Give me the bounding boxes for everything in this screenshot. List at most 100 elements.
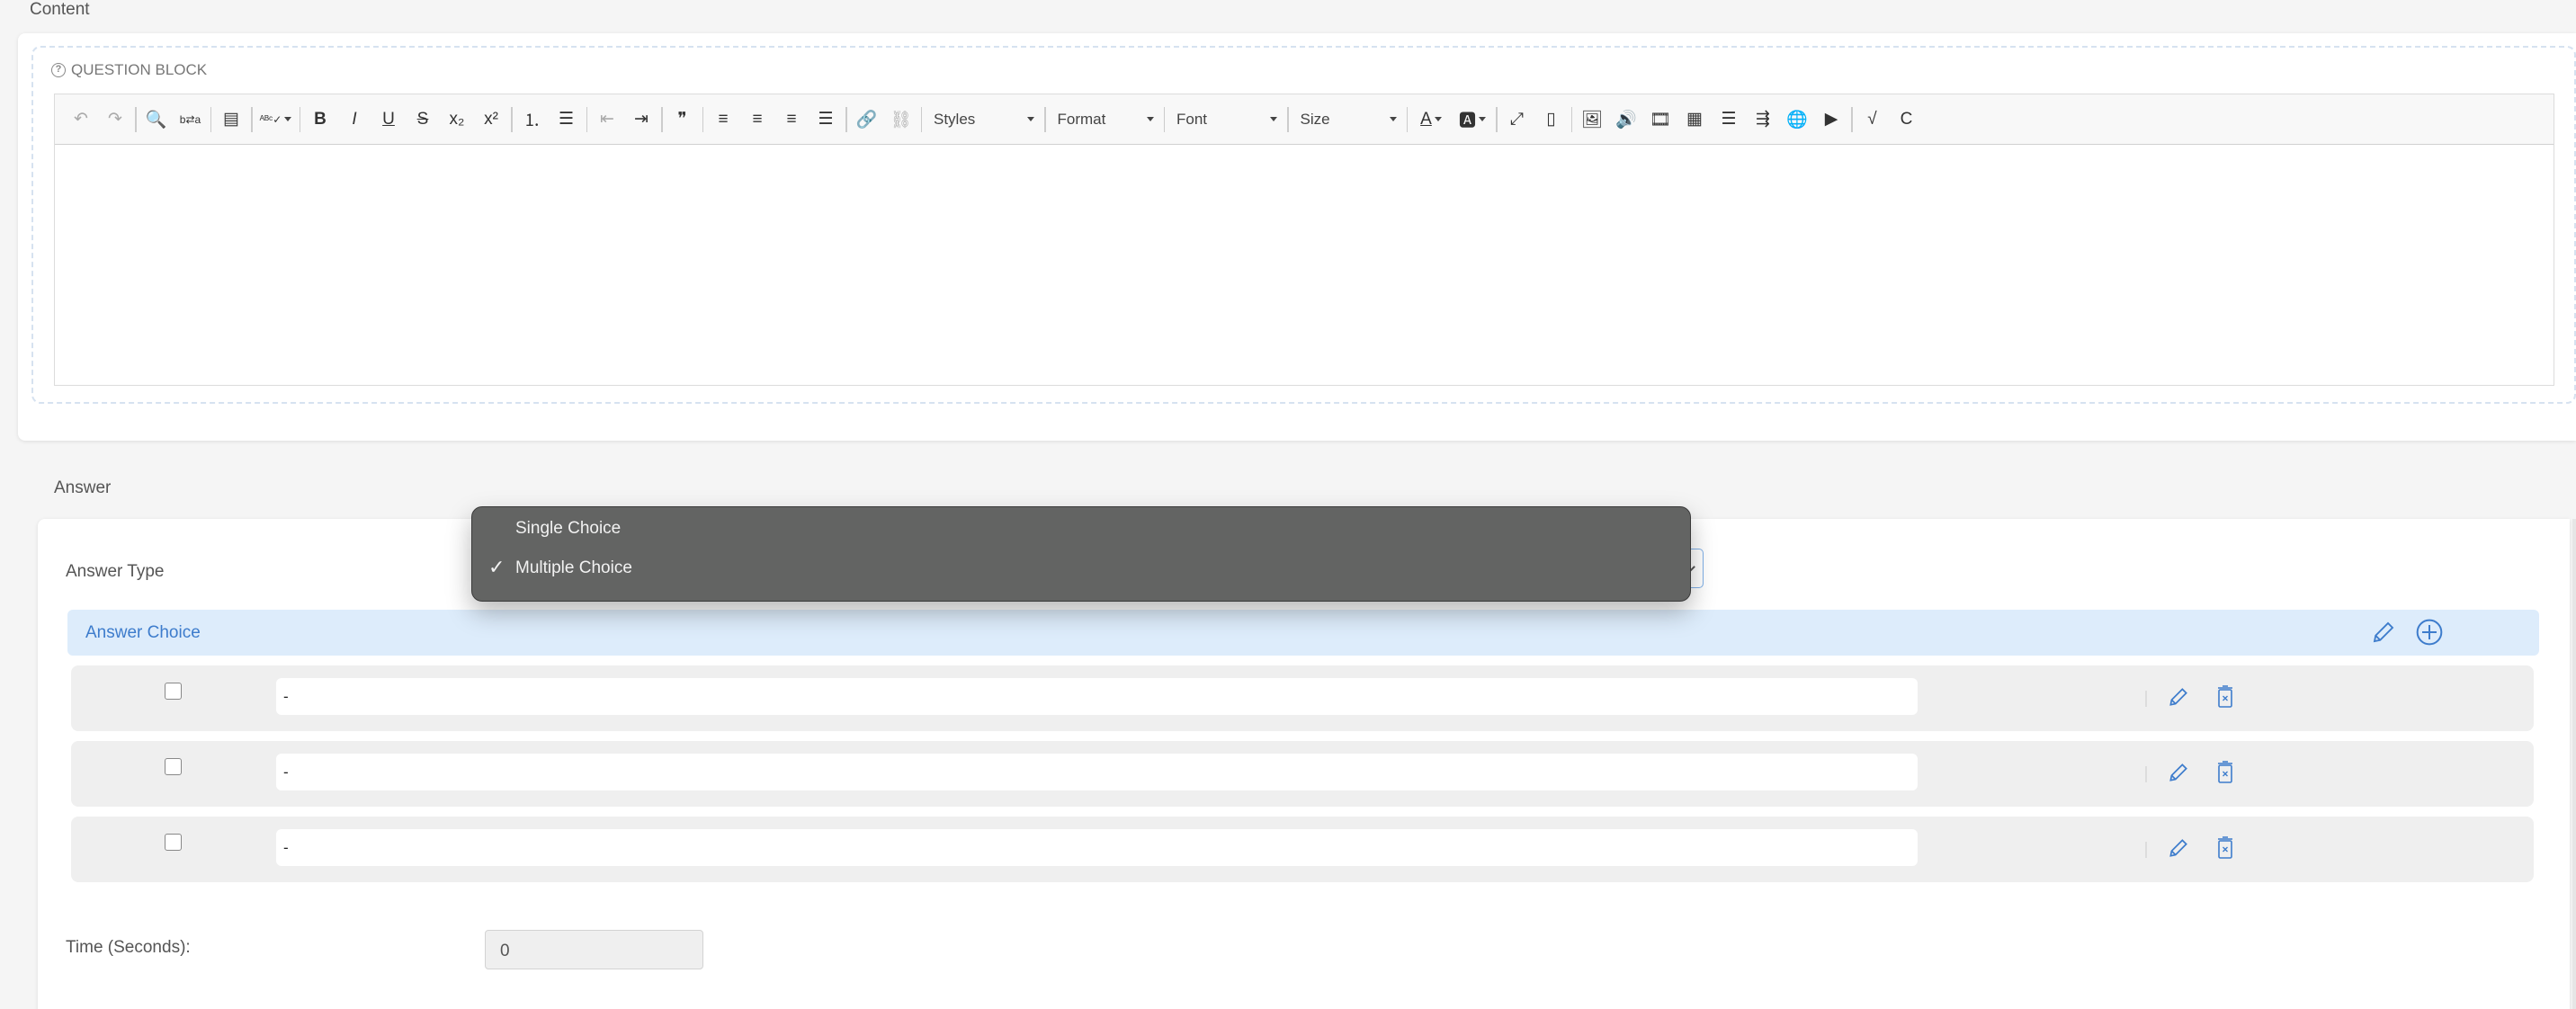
pencil-icon xyxy=(2169,688,2187,706)
image-button[interactable]: 🖼 xyxy=(1575,103,1609,137)
trash-icon xyxy=(2218,685,2232,708)
find-replace-icon: b⇄a xyxy=(179,112,201,126)
toolbar-separator xyxy=(1287,106,1289,132)
audio-button[interactable]: 🔊 xyxy=(1609,103,1643,137)
delete-choice-button[interactable] xyxy=(2216,761,2234,789)
horizontal-rule-icon: ☰ xyxy=(1721,110,1737,129)
answer-choice-row: - xyxy=(71,817,2534,882)
table-button[interactable]: ▦ xyxy=(1677,103,1712,137)
correct-answer-checkbox[interactable] xyxy=(165,758,182,775)
toolbar-separator xyxy=(299,106,300,132)
align-justify-icon: ☰ xyxy=(818,110,834,129)
correct-answer-checkbox[interactable] xyxy=(165,683,182,700)
add-choice-button[interactable] xyxy=(2415,618,2444,651)
youtube-button[interactable]: ▶ xyxy=(1814,103,1848,137)
caret-down-icon xyxy=(1479,117,1486,121)
audio-icon: 🔊 xyxy=(1615,110,1637,129)
edit-choice-button[interactable] xyxy=(2167,761,2190,789)
align-center-icon: ≡ xyxy=(752,109,763,129)
spellcheck-icon: ᴬᴮᶜ✓ xyxy=(259,112,282,126)
select-all-button[interactable]: ▤ xyxy=(214,103,248,137)
undo-button[interactable]: ↶ xyxy=(64,103,98,137)
link-button[interactable]: 🔗 xyxy=(850,103,884,137)
option-multiple-choice[interactable]: Multiple Choice xyxy=(515,558,632,578)
subscript-button[interactable]: x₂ xyxy=(440,103,474,137)
font-combo-label: Font xyxy=(1176,110,1208,128)
subscript-icon: x₂ xyxy=(449,109,465,129)
styles-combo[interactable]: Styles xyxy=(925,103,1042,137)
toolbar-separator xyxy=(920,106,922,132)
redo-button[interactable]: ↷ xyxy=(98,103,132,137)
toolbar-separator xyxy=(845,106,847,132)
editor-toolbar: ↶ ↷ 🔍 b⇄a ▤ ᴬᴮᶜ✓ B I U Sx₂ x² ⒈ ☰ ⇤ ⇥ ❞ ≡ ≡ ≡ ☰ 🔗 ⛓ Styles Form… xyxy=(55,94,2554,145)
bold-icon: B xyxy=(314,109,326,129)
blockquote-button[interactable]: ❞ xyxy=(666,103,700,137)
align-left-button[interactable]: ≡ xyxy=(706,103,740,137)
show-blocks-button[interactable]: ▯ xyxy=(1534,103,1569,137)
maximize-button[interactable]: ⤢ xyxy=(1500,103,1534,137)
indent-icon: ⇥ xyxy=(634,110,648,129)
toolbar-separator xyxy=(251,106,253,132)
answer-type-label: Answer Type xyxy=(66,562,165,581)
replace-button[interactable]: b⇄a xyxy=(174,103,208,137)
bold-button[interactable]: B xyxy=(303,103,337,137)
question-block-text: QUESTION BLOCK xyxy=(71,61,208,78)
find-button[interactable]: 🔍 xyxy=(139,103,174,137)
justify-button[interactable]: ☰ xyxy=(809,103,843,137)
strike-button[interactable]: S xyxy=(406,103,440,137)
text-color-button[interactable]: A xyxy=(1410,103,1452,137)
bg-color-button[interactable]: 🅰 xyxy=(1452,103,1493,137)
chem-button[interactable]: C xyxy=(1890,103,1924,137)
numbered-list-button[interactable]: ⒈ xyxy=(515,103,550,137)
superscript-button[interactable]: x² xyxy=(474,103,508,137)
bulleted-list-button[interactable]: ☰ xyxy=(550,103,584,137)
edit-all-button[interactable] xyxy=(2370,619,2397,650)
option-single-choice[interactable]: Single Choice xyxy=(515,519,621,539)
delete-choice-button[interactable] xyxy=(2216,836,2234,864)
edit-choice-button[interactable] xyxy=(2167,836,2190,864)
indent-button[interactable]: ⇥ xyxy=(624,103,658,137)
toolbar-separator xyxy=(1496,106,1498,132)
align-center-button[interactable]: ≡ xyxy=(740,103,774,137)
answer-choice-input[interactable]: - xyxy=(276,754,1918,790)
delete-choice-button[interactable] xyxy=(2216,685,2234,713)
question-block-label: ? QUESTION BLOCK xyxy=(51,61,207,79)
toolbar-separator xyxy=(135,106,137,132)
spellcheck-button[interactable]: ᴬᴮᶜ✓ xyxy=(255,103,297,137)
underline-button[interactable]: U xyxy=(371,103,406,137)
caret-down-icon xyxy=(1389,117,1397,121)
chemistry-icon: C xyxy=(1900,109,1913,129)
math-button[interactable]: √ xyxy=(1856,103,1890,137)
answer-choice-title: Answer Choice xyxy=(85,623,201,642)
youtube-icon: ▶ xyxy=(1824,110,1838,129)
video-icon: 🎞 xyxy=(1649,110,1672,129)
outdent-button[interactable]: ⇤ xyxy=(590,103,624,137)
numbered-list-icon: ⒈ xyxy=(523,112,541,130)
italic-icon: I xyxy=(352,109,357,129)
answer-choice-input[interactable]: - xyxy=(276,678,1918,715)
iframe-button[interactable]: 🌐 xyxy=(1780,103,1814,137)
video-button[interactable]: 🎞 xyxy=(1643,103,1677,137)
italic-button[interactable]: I xyxy=(337,103,371,137)
answer-choice-input[interactable]: - xyxy=(276,829,1918,866)
question-circle-icon: ? xyxy=(51,63,66,77)
pencil-icon xyxy=(2169,763,2187,781)
unlink-button[interactable]: ⛓ xyxy=(884,103,918,137)
format-combo[interactable]: Format xyxy=(1049,103,1161,137)
scrollbar[interactable] xyxy=(2572,519,2576,1009)
answer-section-title: Answer xyxy=(54,478,112,497)
editor-content-area[interactable] xyxy=(55,146,2554,385)
plus-circle-icon xyxy=(2416,619,2443,646)
align-right-button[interactable]: ≡ xyxy=(774,103,809,137)
undo-icon: ↶ xyxy=(74,110,88,129)
page-break-button[interactable]: ⇶ xyxy=(1746,103,1780,137)
time-seconds-input[interactable]: 0 xyxy=(485,930,703,969)
edit-choice-button[interactable] xyxy=(2167,685,2190,713)
caret-down-icon xyxy=(1146,117,1154,121)
horizontal-rule-button[interactable]: ☰ xyxy=(1712,103,1746,137)
align-right-icon: ≡ xyxy=(786,109,797,129)
correct-answer-checkbox[interactable] xyxy=(165,834,182,851)
caret-down-icon xyxy=(1027,117,1034,121)
size-combo[interactable]: Size xyxy=(1292,103,1404,137)
font-combo[interactable]: Font xyxy=(1167,103,1284,137)
